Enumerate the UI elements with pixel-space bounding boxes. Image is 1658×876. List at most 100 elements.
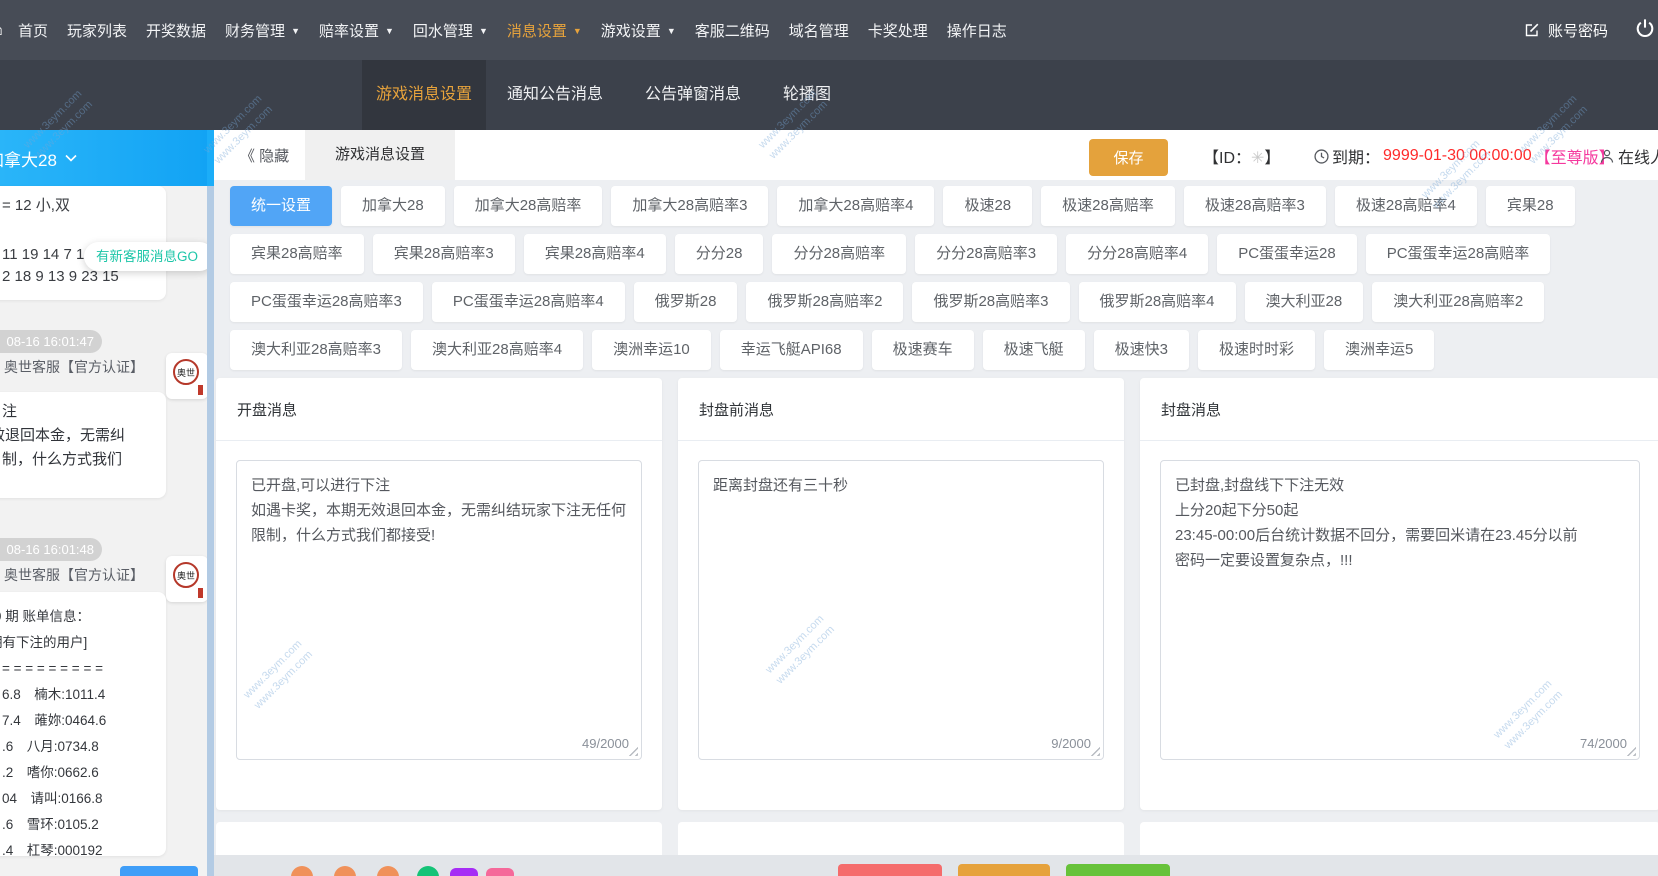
- game-tab[interactable]: 俄罗斯28高赔率4: [1079, 282, 1236, 322]
- game-tab[interactable]: 宾果28: [1486, 186, 1575, 226]
- tab-game-message-settings[interactable]: 游戏消息设置: [362, 60, 486, 130]
- bottom-button-orange[interactable]: [958, 864, 1050, 876]
- nav-item-players[interactable]: 玩家列表: [67, 20, 127, 41]
- avatar: 奥世: [166, 353, 207, 399]
- game-tab[interactable]: 加拿大28高赔率3: [611, 186, 768, 226]
- close-message-textarea[interactable]: 已封盘,封盘线下下注无效 上分20起下分50起 23:45-00:00后台统计数…: [1160, 460, 1640, 760]
- game-tab[interactable]: 分分28高赔率3: [915, 234, 1057, 274]
- color-swatch-purple[interactable]: [450, 868, 478, 876]
- game-tab[interactable]: 宾果28高赔率3: [373, 234, 515, 274]
- game-tab[interactable]: 加拿大28高赔率4: [777, 186, 934, 226]
- resize-handle-icon[interactable]: [628, 746, 638, 756]
- resize-handle-icon[interactable]: [1090, 746, 1100, 756]
- panel-close-message: 封盘消息 已封盘,封盘线下下注无效 上分20起下分50起 23:45-00:00…: [1140, 378, 1658, 810]
- edit-icon: [1524, 22, 1540, 38]
- char-counter: 49/2000: [582, 736, 629, 751]
- tab-popup-announcement[interactable]: 公告弹窗消息: [624, 60, 762, 130]
- nav-item-service-qrcode[interactable]: 客服二维码: [695, 20, 770, 41]
- color-swatch-pink[interactable]: [486, 868, 514, 876]
- game-tab[interactable]: PC蛋蛋幸运28高赔率: [1366, 234, 1551, 274]
- game-tab[interactable]: 俄罗斯28高赔率3: [912, 282, 1069, 322]
- panel-before-close-message: 封盘前消息 距离封盘还有三十秒 9/2000: [678, 378, 1124, 810]
- bottom-toolbar: [214, 855, 1658, 876]
- game-tab[interactable]: 极速快3: [1094, 330, 1189, 370]
- game-tab[interactable]: PC蛋蛋幸运28: [1217, 234, 1357, 274]
- nav-label: 开奖数据: [146, 20, 206, 41]
- nav-item-odds[interactable]: 赔率设置 ▼: [319, 20, 394, 41]
- before-close-message-textarea[interactable]: 距离封盘还有三十秒 9/2000: [698, 460, 1104, 760]
- chat-sender-name: 奥世客服【官方认证】: [4, 357, 144, 377]
- chat-line: .6 八月:0734.8: [2, 734, 166, 760]
- nav-label: 赔率设置: [319, 20, 379, 41]
- game-tab[interactable]: 极速28高赔率4: [1335, 186, 1477, 226]
- game-tab[interactable]: 宾果28高赔率: [230, 234, 364, 274]
- game-tab[interactable]: 分分28高赔率: [772, 234, 906, 274]
- game-tab[interactable]: 俄罗斯28高赔率2: [746, 282, 903, 322]
- game-row: 澳大利亚28高赔率3 澳大利亚28高赔率4 澳洲幸运10 幸运飞艇API68 极…: [230, 330, 1658, 370]
- tab-notice-announcement[interactable]: 通知公告消息: [486, 60, 624, 130]
- game-tab[interactable]: 澳大利亚28: [1245, 282, 1364, 322]
- color-dot-orange[interactable]: [291, 866, 313, 876]
- nav-item-stuck-prize[interactable]: 卡奖处理: [868, 20, 928, 41]
- nav-item-logs[interactable]: 操作日志: [947, 20, 1007, 41]
- game-tab[interactable]: 幸运飞艇API68: [720, 330, 863, 370]
- game-tab[interactable]: 澳洲幸运10: [592, 330, 711, 370]
- game-tab-unified[interactable]: 统一设置: [230, 186, 332, 226]
- chat-line: .6 雪环:0105.2: [2, 812, 166, 838]
- game-tab[interactable]: PC蛋蛋幸运28高赔率3: [230, 282, 423, 322]
- chat-line: 9 期 账单信息：: [0, 604, 166, 630]
- nav-item-game-settings[interactable]: 游戏设置▼: [601, 20, 676, 41]
- nav-label: 操作日志: [947, 20, 1007, 41]
- game-tab[interactable]: 俄罗斯28: [634, 282, 738, 322]
- power-icon[interactable]: [1634, 18, 1656, 40]
- open-message-textarea[interactable]: 已开盘,可以进行下注 如遇卡奖，本期无效退回本金，无需纠结玩家下注无任何限制，什…: [236, 460, 642, 760]
- color-dot-orange[interactable]: [334, 866, 356, 876]
- chat-line: = 12 小,双: [2, 194, 166, 215]
- avatar-text: 奥世: [177, 569, 195, 582]
- hide-sidebar-button[interactable]: 《 隐藏: [240, 145, 289, 166]
- new-message-notice[interactable]: 有新客服消息GO: [84, 242, 207, 271]
- game-tab[interactable]: 宾果28高赔率4: [524, 234, 666, 274]
- game-tab[interactable]: 极速赛车: [872, 330, 974, 370]
- tab-carousel[interactable]: 轮播图: [762, 60, 852, 130]
- account-password-button[interactable]: 账号密码: [1524, 0, 1608, 60]
- nav-item-home[interactable]: 首页: [18, 20, 48, 41]
- nav-item-message-settings[interactable]: 消息设置▼: [507, 20, 582, 41]
- chat-line: 7.4 蓶妳:0464.6: [2, 708, 166, 734]
- game-tab[interactable]: 澳大利亚28高赔率4: [411, 330, 583, 370]
- game-tab[interactable]: 分分28: [675, 234, 764, 274]
- expire-label: 到期：: [1332, 144, 1380, 168]
- game-tab[interactable]: 澳洲幸运5: [1324, 330, 1434, 370]
- expire-info: 到期： 9999-01-30 00:00:00 【至尊版】: [1314, 144, 1615, 168]
- game-tab[interactable]: 极速28高赔率3: [1184, 186, 1326, 226]
- game-tab[interactable]: 加拿大28: [341, 186, 445, 226]
- sidebar-game-selector[interactable]: 加拿大28: [0, 130, 207, 186]
- game-tab[interactable]: 极速28高赔率: [1041, 186, 1175, 226]
- toolbar-tab-game-message[interactable]: 游戏消息设置: [305, 130, 455, 180]
- save-button[interactable]: 保存: [1089, 139, 1168, 176]
- resize-handle-icon[interactable]: [1626, 746, 1636, 756]
- nav-item-finance[interactable]: 财务管理▼: [225, 20, 300, 41]
- game-tab[interactable]: 极速时时彩: [1198, 330, 1315, 370]
- game-tab[interactable]: 加拿大28高赔率: [454, 186, 603, 226]
- avatar-seal: [198, 588, 203, 598]
- nav-label: 回水管理: [413, 20, 473, 41]
- game-tab[interactable]: PC蛋蛋幸运28高赔率4: [432, 282, 625, 322]
- nav-item-domain[interactable]: 域名管理: [789, 20, 849, 41]
- nav-item-lottery-data[interactable]: 开奖数据: [146, 20, 206, 41]
- game-tab[interactable]: 分分28高赔率4: [1066, 234, 1208, 274]
- game-selector-grid: 统一设置 加拿大28 加拿大28高赔率 加拿大28高赔率3 加拿大28高赔率4 …: [214, 180, 1658, 378]
- send-button[interactable]: [120, 866, 198, 876]
- game-tab[interactable]: 澳大利亚28高赔率2: [1372, 282, 1544, 322]
- color-dot-orange[interactable]: [377, 866, 399, 876]
- nav-item-rebate[interactable]: 回水管理▼: [413, 20, 488, 41]
- nav-label: 首页: [18, 20, 48, 41]
- game-tab[interactable]: 澳大利亚28高赔率3: [230, 330, 402, 370]
- bottom-button-red[interactable]: [838, 864, 942, 876]
- bottom-button-green[interactable]: [1066, 864, 1170, 876]
- id-prefix: 【ID：: [1203, 150, 1251, 167]
- game-tab[interactable]: 极速飞艇: [983, 330, 1085, 370]
- caret-down-icon: ▼: [385, 26, 394, 36]
- game-tab[interactable]: 极速28: [943, 186, 1032, 226]
- color-dot-green[interactable]: [417, 866, 439, 876]
